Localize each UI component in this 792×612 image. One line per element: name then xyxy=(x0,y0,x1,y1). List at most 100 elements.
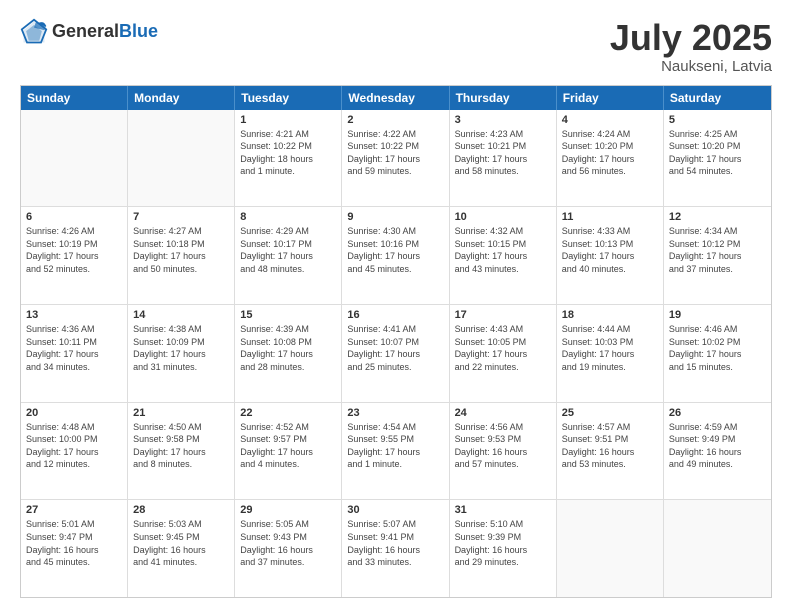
title-block: July 2025 Naukseni, Latvia xyxy=(610,18,772,75)
day-number: 26 xyxy=(669,407,766,419)
day-cell-21: 21Sunrise: 4:50 AM Sunset: 9:58 PM Dayli… xyxy=(128,403,235,500)
day-content: Sunrise: 5:01 AM Sunset: 9:47 PM Dayligh… xyxy=(26,518,122,568)
day-cell-17: 17 Sunrise: 4:43 AM Sunset: 10:05 PM Dayl… xyxy=(450,305,557,402)
day-number: 6 xyxy=(26,211,122,223)
day-number: 3 xyxy=(455,114,551,126)
day-cell-22: 22 Sunrise: 4:52 AM Sunset: 9:57 PM Dayli… xyxy=(235,403,342,500)
day-content: Sunrise: 4:39 AM Sunset: 10:08 PM Daylig… xyxy=(240,323,336,373)
day-cell-16: 16Sunrise: 4:41 AM Sunset: 10:07 PM Dayl… xyxy=(342,305,449,402)
day-cell-19: 19 Sunrise: 4:46 AM Sunset: 10:02 PM Dayl… xyxy=(664,305,771,402)
day-cell-9: 9 Sunrise: 4:30 AM Sunset: 10:16 PM Dayli… xyxy=(342,207,449,304)
empty-cell xyxy=(21,110,128,207)
logo: GeneralBlue xyxy=(20,18,158,46)
day-content: Sunrise: 4:27 AM Sunset: 10:18 PM Daylig… xyxy=(133,225,229,275)
week-row-2: 6 Sunrise: 4:26 AM Sunset: 10:19 PM Dayli… xyxy=(21,207,771,305)
calendar: SundayMondayTuesdayWednesdayThursdayFrid… xyxy=(20,85,772,598)
day-number: 31 xyxy=(455,504,551,516)
day-number: 12 xyxy=(669,211,766,223)
day-content: Sunrise: 5:07 AM Sunset: 9:41 PM Dayligh… xyxy=(347,518,443,568)
day-number: 5 xyxy=(669,114,766,126)
day-header-thursday: Thursday xyxy=(450,86,557,110)
day-content: Sunrise: 4:43 AM Sunset: 10:05 PM Daylig… xyxy=(455,323,551,373)
empty-cell xyxy=(664,500,771,597)
calendar-body: 1 Sunrise: 4:21 AM Sunset: 10:22 PM Dayli… xyxy=(21,110,771,597)
day-cell-31: 31 Sunrise: 5:10 AM Sunset: 9:39 PM Dayli… xyxy=(450,500,557,597)
day-content: Sunrise: 5:10 AM Sunset: 9:39 PM Dayligh… xyxy=(455,518,551,568)
day-content: Sunrise: 4:29 AM Sunset: 10:17 PM Daylig… xyxy=(240,225,336,275)
day-content: Sunrise: 5:03 AM Sunset: 9:45 PM Dayligh… xyxy=(133,518,229,568)
logo-icon xyxy=(20,18,48,46)
day-content: Sunrise: 4:25 AM Sunset: 10:20 PM Daylig… xyxy=(669,128,766,178)
day-content: Sunrise: 4:21 AM Sunset: 10:22 PM Daylig… xyxy=(240,128,336,178)
day-content: Sunrise: 4:36 AM Sunset: 10:11 PM Daylig… xyxy=(26,323,122,373)
day-number: 23 xyxy=(347,407,443,419)
day-cell-24: 24 Sunrise: 4:56 AM Sunset: 9:53 PM Dayli… xyxy=(450,403,557,500)
day-cell-30: 30 Sunrise: 5:07 AM Sunset: 9:41 PM Dayli… xyxy=(342,500,449,597)
day-number: 9 xyxy=(347,211,443,223)
logo-text: GeneralBlue xyxy=(52,22,158,42)
day-content: Sunrise: 4:56 AM Sunset: 9:53 PM Dayligh… xyxy=(455,421,551,471)
day-number: 19 xyxy=(669,309,766,321)
day-content: Sunrise: 4:38 AM Sunset: 10:09 PM Daylig… xyxy=(133,323,229,373)
day-cell-18: 18Sunrise: 4:44 AM Sunset: 10:03 PM Dayl… xyxy=(557,305,664,402)
day-content: Sunrise: 4:44 AM Sunset: 10:03 PM Daylig… xyxy=(562,323,658,373)
day-number: 15 xyxy=(240,309,336,321)
day-cell-1: 1 Sunrise: 4:21 AM Sunset: 10:22 PM Dayli… xyxy=(235,110,342,207)
day-number: 2 xyxy=(347,114,443,126)
day-content: Sunrise: 4:52 AM Sunset: 9:57 PM Dayligh… xyxy=(240,421,336,471)
day-content: Sunrise: 4:46 AM Sunset: 10:02 PM Daylig… xyxy=(669,323,766,373)
day-number: 30 xyxy=(347,504,443,516)
day-content: Sunrise: 4:48 AM Sunset: 10:00 PM Daylig… xyxy=(26,421,122,471)
subtitle: Naukseni, Latvia xyxy=(610,58,772,75)
page: GeneralBlue July 2025 Naukseni, Latvia S… xyxy=(0,0,792,612)
day-cell-15: 15 Sunrise: 4:39 AM Sunset: 10:08 PM Dayl… xyxy=(235,305,342,402)
day-number: 22 xyxy=(240,407,336,419)
day-cell-7: 7 Sunrise: 4:27 AM Sunset: 10:18 PM Dayli… xyxy=(128,207,235,304)
empty-cell xyxy=(128,110,235,207)
day-header-monday: Monday xyxy=(128,86,235,110)
header: GeneralBlue July 2025 Naukseni, Latvia xyxy=(20,18,772,75)
day-cell-4: 4 Sunrise: 4:24 AM Sunset: 10:20 PM Dayli… xyxy=(557,110,664,207)
day-number: 24 xyxy=(455,407,551,419)
day-number: 20 xyxy=(26,407,122,419)
day-cell-2: 2Sunrise: 4:22 AM Sunset: 10:22 PM Dayli… xyxy=(342,110,449,207)
day-content: Sunrise: 4:33 AM Sunset: 10:13 PM Daylig… xyxy=(562,225,658,275)
day-number: 29 xyxy=(240,504,336,516)
day-cell-8: 8 Sunrise: 4:29 AM Sunset: 10:17 PM Dayli… xyxy=(235,207,342,304)
day-number: 8 xyxy=(240,211,336,223)
day-number: 28 xyxy=(133,504,229,516)
day-number: 7 xyxy=(133,211,229,223)
day-content: Sunrise: 4:23 AM Sunset: 10:21 PM Daylig… xyxy=(455,128,551,178)
day-number: 13 xyxy=(26,309,122,321)
day-cell-3: 3 Sunrise: 4:23 AM Sunset: 10:21 PM Dayli… xyxy=(450,110,557,207)
day-content: Sunrise: 4:26 AM Sunset: 10:19 PM Daylig… xyxy=(26,225,122,275)
day-cell-20: 20 Sunrise: 4:48 AM Sunset: 10:00 PM Dayl… xyxy=(21,403,128,500)
day-cell-27: 27 Sunrise: 5:01 AM Sunset: 9:47 PM Dayli… xyxy=(21,500,128,597)
calendar-header: SundayMondayTuesdayWednesdayThursdayFrid… xyxy=(21,86,771,110)
day-number: 21 xyxy=(133,407,229,419)
day-number: 17 xyxy=(455,309,551,321)
main-title: July 2025 xyxy=(610,18,772,58)
day-number: 4 xyxy=(562,114,658,126)
day-header-saturday: Saturday xyxy=(664,86,771,110)
week-row-5: 27 Sunrise: 5:01 AM Sunset: 9:47 PM Dayli… xyxy=(21,500,771,597)
day-number: 11 xyxy=(562,211,658,223)
day-header-sunday: Sunday xyxy=(21,86,128,110)
logo-blue-text: Blue xyxy=(119,21,158,41)
day-content: Sunrise: 4:32 AM Sunset: 10:15 PM Daylig… xyxy=(455,225,551,275)
day-content: Sunrise: 4:59 AM Sunset: 9:49 PM Dayligh… xyxy=(669,421,766,471)
empty-cell xyxy=(557,500,664,597)
day-cell-28: 28 Sunrise: 5:03 AM Sunset: 9:45 PM Dayli… xyxy=(128,500,235,597)
day-cell-12: 12Sunrise: 4:34 AM Sunset: 10:12 PM Dayl… xyxy=(664,207,771,304)
day-number: 27 xyxy=(26,504,122,516)
day-cell-5: 5 Sunrise: 4:25 AM Sunset: 10:20 PM Dayli… xyxy=(664,110,771,207)
day-cell-25: 25Sunrise: 4:57 AM Sunset: 9:51 PM Dayli… xyxy=(557,403,664,500)
day-number: 10 xyxy=(455,211,551,223)
day-number: 14 xyxy=(133,309,229,321)
week-row-4: 20 Sunrise: 4:48 AM Sunset: 10:00 PM Dayl… xyxy=(21,403,771,501)
week-row-1: 1 Sunrise: 4:21 AM Sunset: 10:22 PM Dayli… xyxy=(21,110,771,208)
day-number: 1 xyxy=(240,114,336,126)
day-content: Sunrise: 4:24 AM Sunset: 10:20 PM Daylig… xyxy=(562,128,658,178)
day-cell-26: 26 Sunrise: 4:59 AM Sunset: 9:49 PM Dayli… xyxy=(664,403,771,500)
day-content: Sunrise: 4:30 AM Sunset: 10:16 PM Daylig… xyxy=(347,225,443,275)
